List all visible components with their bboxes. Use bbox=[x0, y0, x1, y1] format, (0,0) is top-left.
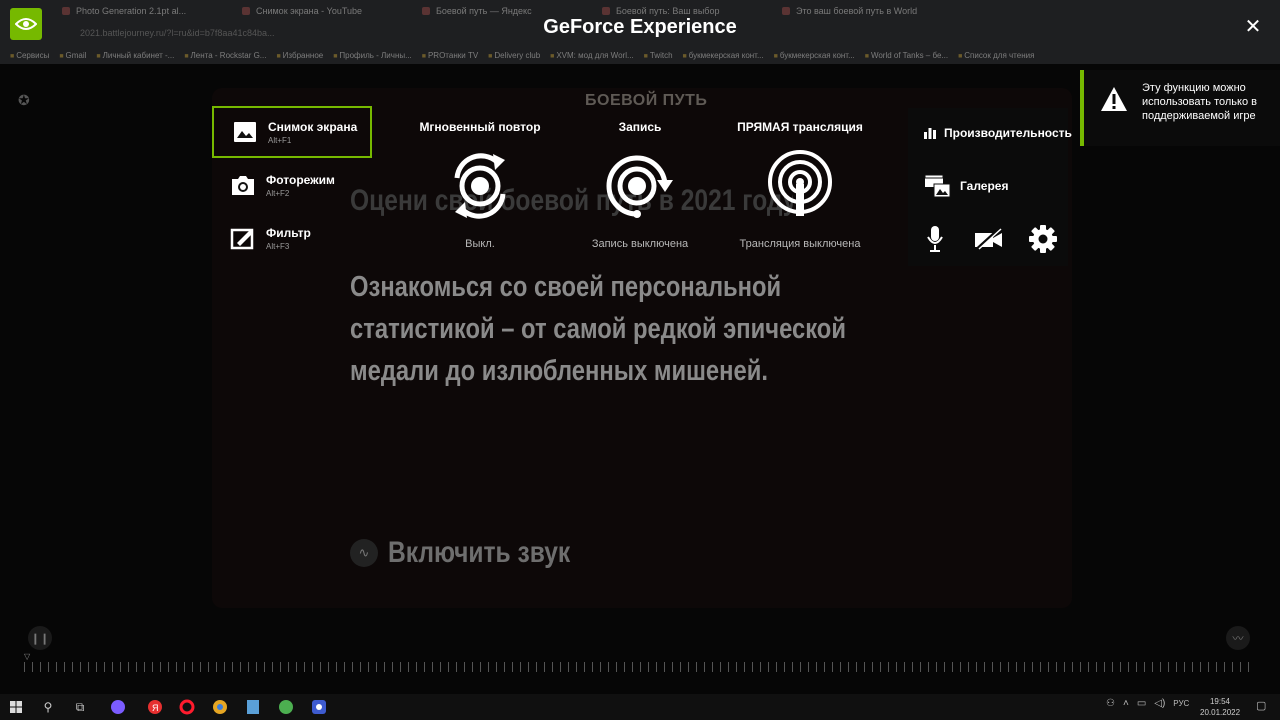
tank-emblem-icon: ✪ bbox=[18, 92, 30, 108]
timeline-marker-icon: ▽ bbox=[24, 652, 31, 661]
gallery-label: Галерея bbox=[960, 179, 1009, 193]
enable-sound-button[interactable]: ∿ Включить звук bbox=[350, 536, 610, 570]
taskbar-clock[interactable]: 19:54 20.01.2022 bbox=[1200, 696, 1240, 718]
bookmark-item[interactable]: Личный кабинет -... bbox=[96, 48, 175, 64]
windows-taskbar: ⚲ ⧉ Я ⚇ ˄ ▭ ◁) РУС 19:54 20.01.2022 ▢ bbox=[0, 694, 1280, 720]
close-button[interactable]: ✕ bbox=[1242, 16, 1264, 38]
performance-label: Производительность bbox=[944, 126, 1072, 140]
unsupported-game-notice: Эту функцию можно использовать только в … bbox=[1080, 70, 1280, 146]
volume-icon[interactable]: ◁) bbox=[1154, 698, 1165, 709]
record-label: Запись bbox=[618, 120, 662, 134]
right-panel-icon-row bbox=[920, 224, 1058, 254]
search-icon[interactable]: ⚲ bbox=[38, 697, 58, 717]
bookmark-item[interactable]: Delivery club bbox=[488, 48, 540, 64]
bookmark-item[interactable]: букмекерская конт... bbox=[683, 48, 764, 64]
sound-wave-icon: ∿ bbox=[350, 539, 378, 567]
bar-chart-icon bbox=[924, 128, 936, 139]
system-tray: ⚇ ˄ ▭ ◁) РУС bbox=[1106, 698, 1189, 709]
sound-label: Включить звук bbox=[388, 536, 571, 569]
right-panel: Производительность Галерея bbox=[908, 108, 1072, 266]
warning-icon bbox=[1101, 87, 1127, 111]
capture-sidebar: Снимок экрана Alt+F1 Фоторежим Alt+F2 Фи… bbox=[212, 106, 374, 265]
instant-replay-label: Мгновенный повтор bbox=[419, 120, 541, 134]
yandex-browser-icon[interactable]: Я bbox=[145, 697, 165, 717]
sidebar-item-hotkey: Alt+F1 bbox=[268, 135, 292, 145]
image-icon bbox=[232, 119, 258, 145]
sidebar-item-hotkey: Alt+F3 bbox=[266, 241, 290, 251]
audio-wave-button[interactable]: 〰 bbox=[1226, 626, 1250, 650]
bookmark-item[interactable]: Список для чтения bbox=[958, 48, 1034, 64]
opera-icon[interactable] bbox=[177, 697, 197, 717]
geforce-app-icon[interactable] bbox=[309, 697, 329, 717]
microphone-icon[interactable] bbox=[920, 224, 950, 254]
people-icon[interactable]: ⚇ bbox=[1106, 698, 1115, 709]
gallery-icon bbox=[924, 174, 951, 198]
record-status: Запись выключена bbox=[591, 238, 689, 250]
broadcast-icon bbox=[768, 150, 832, 216]
clock-time: 19:54 bbox=[1209, 697, 1231, 706]
filter-icon bbox=[230, 225, 256, 251]
language-indicator[interactable]: РУС bbox=[1173, 699, 1189, 708]
sidebar-item-filter[interactable]: Фильтр Alt+F3 bbox=[212, 212, 372, 264]
overlay-title: GeForce Experience bbox=[543, 16, 737, 38]
bookmark-item[interactable]: Избранное bbox=[276, 48, 324, 64]
record-icon bbox=[606, 155, 673, 218]
timeline-track[interactable] bbox=[24, 662, 1254, 672]
task-view-icon[interactable]: ⧉ bbox=[70, 697, 90, 717]
network-icon[interactable]: ▭ bbox=[1137, 698, 1146, 709]
bookmark-item[interactable]: XVM: мод для Worl... bbox=[550, 48, 633, 64]
bookmark-item[interactable]: Сервисы bbox=[10, 48, 49, 64]
broadcast-label: ПРЯМАЯ трансляция bbox=[737, 120, 863, 134]
broadcast-widget[interactable]: ПРЯМАЯ трансляция Трансляция выключена bbox=[720, 120, 880, 250]
bookmark-item[interactable]: World of Tanks – бе... bbox=[865, 48, 948, 64]
pause-button[interactable]: ❙❙ bbox=[28, 626, 52, 650]
utorrent-icon[interactable] bbox=[276, 697, 296, 717]
instant-replay-icon bbox=[454, 153, 506, 219]
camera-off-icon[interactable] bbox=[974, 224, 1004, 254]
svg-text:Я: Я bbox=[152, 703, 159, 713]
sidebar-item-label: Фоторежим bbox=[266, 172, 335, 187]
sidebar-item-hotkey: Alt+F2 bbox=[266, 188, 290, 198]
notepad-icon[interactable] bbox=[243, 697, 263, 717]
chrome-icon[interactable] bbox=[210, 697, 230, 717]
camera-icon bbox=[230, 172, 256, 198]
bookmark-item[interactable]: Профиль - Личны... bbox=[333, 48, 411, 64]
performance-button[interactable]: Производительность bbox=[924, 126, 1072, 140]
bookmark-item[interactable]: Gmail bbox=[59, 48, 87, 64]
instant-replay-status: Выкл. bbox=[465, 238, 495, 250]
bookmark-item[interactable]: Twitch bbox=[644, 48, 673, 64]
alice-assistant-icon[interactable] bbox=[108, 697, 128, 717]
gallery-button[interactable]: Галерея bbox=[924, 172, 1008, 200]
page-brand: БОЕВОЙ ПУТЬ bbox=[585, 92, 708, 109]
bookmark-item[interactable]: букмекерская конт... bbox=[774, 48, 855, 64]
page-lead: Ознакомься со своей персональной статист… bbox=[350, 271, 846, 387]
bookmark-item[interactable]: Лента - Rockstar G... bbox=[184, 48, 267, 64]
settings-gear-icon[interactable] bbox=[1028, 224, 1058, 254]
bookmarks-bar: Сервисы Gmail Личный кабинет -... Лента … bbox=[0, 48, 1280, 64]
notice-text: Эту функцию можно использовать только в … bbox=[1142, 82, 1257, 122]
record-widget[interactable]: Запись Запись выключена bbox=[560, 120, 720, 250]
sidebar-item-label: Фильтр bbox=[266, 225, 311, 240]
sidebar-item-photo-mode[interactable]: Фоторежим Alt+F2 bbox=[212, 159, 372, 211]
sidebar-item-screenshot[interactable]: Снимок экрана Alt+F1 bbox=[212, 106, 372, 158]
clock-date: 20.01.2022 bbox=[1200, 708, 1241, 717]
chevron-up-icon[interactable]: ˄ bbox=[1123, 698, 1129, 709]
windows-start-icon[interactable] bbox=[6, 697, 26, 717]
instant-replay-widget[interactable]: Мгновенный повтор Выкл. bbox=[400, 120, 560, 250]
bookmark-item[interactable]: PROтанки TV bbox=[422, 48, 478, 64]
notifications-icon[interactable]: ▢ bbox=[1256, 699, 1272, 715]
sidebar-item-label: Снимок экрана bbox=[268, 119, 358, 134]
broadcast-status: Трансляция выключена bbox=[739, 238, 861, 250]
